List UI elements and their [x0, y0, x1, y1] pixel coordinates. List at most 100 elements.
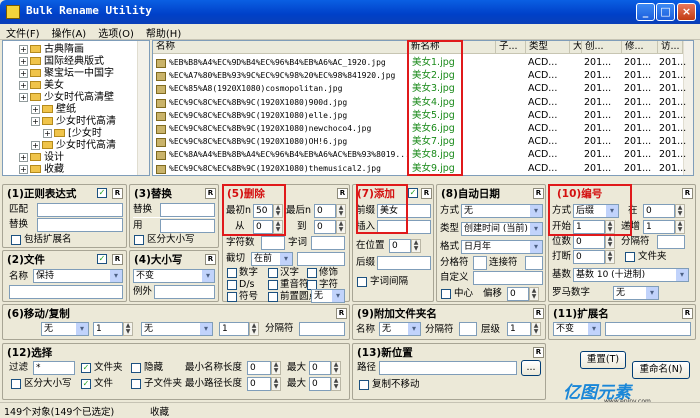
tree-expand-icon[interactable]: + [19, 45, 28, 54]
numbering-reset-button[interactable]: R [682, 188, 693, 199]
numbering-base-select[interactable]: 基数 10 (十进制) [573, 268, 689, 282]
selection-max1-input[interactable]: 0 [309, 361, 331, 375]
extension-select[interactable]: 不变 [553, 322, 601, 336]
remove-high-checkbox[interactable] [268, 268, 278, 278]
numbering-incr-spinner[interactable]: ▲ ▼ [675, 220, 685, 234]
new-location-browse-button[interactable]: ... [521, 360, 541, 376]
remove-lead-checkbox[interactable] [268, 292, 278, 302]
tree-expand-icon[interactable]: + [31, 141, 40, 150]
move-pos-spinner[interactable]: ▲ ▼ [249, 322, 259, 336]
col-header-size[interactable]: 大 [570, 41, 582, 54]
remove-to-spinner[interactable]: ▲ ▼ [336, 220, 346, 234]
menu-options[interactable]: 选项(O) [92, 24, 140, 41]
tree-node[interactable]: + 收藏 [19, 163, 64, 175]
file-reset-button[interactable]: R [112, 254, 123, 265]
append-folder-name-select[interactable]: 无 [379, 322, 421, 336]
remove-digits-checkbox[interactable] [227, 268, 237, 278]
append-folder-level-input[interactable]: 1 [507, 322, 531, 336]
selection-subfolders-checkbox[interactable] [131, 379, 141, 389]
rename-button[interactable]: 重命名(N) [632, 361, 690, 379]
tree-expand-icon[interactable]: + [19, 69, 28, 78]
numbering-at-spinner[interactable]: ▲ ▼ [675, 204, 685, 218]
move-reset-button[interactable]: R [336, 308, 347, 319]
add-suffix-input[interactable] [377, 256, 431, 270]
remove-crop-select[interactable]: 在前 [251, 252, 293, 266]
tree-expand-icon[interactable]: + [31, 117, 40, 126]
replace-reset-button[interactable]: R [205, 188, 216, 199]
col-header-accessed[interactable]: 访... [658, 41, 683, 54]
selection-minpath-input[interactable]: 0 [247, 377, 271, 391]
add-enable-checkbox[interactable]: ✓ [408, 188, 418, 198]
remove-chars-input[interactable] [261, 236, 285, 250]
selection-hidden-checkbox[interactable] [131, 363, 141, 373]
numbering-sep-input[interactable] [657, 235, 685, 249]
tree-expand-icon[interactable]: + [19, 81, 28, 90]
numbering-incr-input[interactable]: 1 [643, 220, 675, 234]
minimize-button[interactable]: _ [636, 3, 655, 21]
col-header-name[interactable]: 名称 [153, 41, 408, 54]
file-name-select[interactable]: 保持 [33, 269, 123, 283]
add-at-spinner[interactable]: ▲ ▼ [411, 239, 421, 253]
autodate-offset-spinner[interactable]: ▲ ▼ [529, 287, 539, 301]
move-count-input[interactable]: 1 [93, 322, 123, 336]
remove-sym-checkbox[interactable] [227, 292, 237, 302]
remove-last-n-input[interactable]: 0 [314, 204, 336, 218]
autodate-sep-input[interactable] [473, 256, 487, 270]
remove-to-input[interactable]: 0 [314, 220, 336, 234]
selection-max2-input[interactable]: 0 [309, 377, 331, 391]
tree-expand-icon[interactable]: + [19, 165, 28, 174]
replace-case-checkbox[interactable] [134, 235, 144, 245]
file-name-input[interactable] [9, 285, 123, 299]
menu-action[interactable]: 操作(A) [46, 24, 93, 41]
selection-minname-spinner[interactable]: ▲ ▼ [271, 361, 281, 375]
selection-max1-spinner[interactable]: ▲ ▼ [331, 361, 341, 375]
close-button[interactable]: × [677, 3, 696, 21]
numbering-break-spinner[interactable]: ▲ ▼ [605, 250, 615, 264]
numbering-pad-input[interactable]: 0 [573, 235, 605, 249]
remove-accents-checkbox[interactable] [268, 280, 278, 290]
autodate-type-select[interactable]: 创建时间 (当前) [461, 222, 543, 236]
add-reset-button[interactable]: R [421, 188, 432, 199]
append-folder-level-spinner[interactable]: ▲ ▼ [531, 322, 541, 336]
tree-expand-icon[interactable]: + [43, 129, 52, 138]
col-header-created[interactable]: 创... [582, 41, 622, 54]
selection-max2-spinner[interactable]: ▲ ▼ [331, 377, 341, 391]
regex-include-ext-checkbox[interactable] [11, 235, 21, 245]
selection-filter-input[interactable]: * [33, 361, 75, 375]
case-except-input[interactable] [154, 285, 215, 299]
numbering-pad-spinner[interactable]: ▲ ▼ [605, 235, 615, 249]
remove-trim-checkbox[interactable] [307, 268, 317, 278]
case-select[interactable]: 不变 [133, 269, 215, 283]
tree-expand-icon[interactable]: + [19, 93, 28, 102]
reset-button[interactable]: 重置(T) [580, 351, 626, 369]
numbering-at-input[interactable]: 0 [643, 204, 675, 218]
autodate-reset-button[interactable]: R [533, 188, 544, 199]
new-location-copy-checkbox[interactable] [359, 380, 369, 390]
move-pos-input[interactable]: 1 [219, 322, 249, 336]
selection-files-checkbox[interactable]: ✓ [81, 379, 91, 389]
autodate-custom-input[interactable] [473, 271, 543, 285]
case-reset-button[interactable]: R [205, 254, 216, 265]
move-to-select[interactable]: 无 [141, 322, 213, 336]
autodate-offset-input[interactable]: 0 [507, 287, 529, 301]
append-folder-sep-input[interactable] [459, 322, 477, 336]
tree-expand-icon[interactable]: + [19, 57, 28, 66]
regex-match-input[interactable] [37, 203, 123, 217]
col-header-sub[interactable]: 子... [496, 41, 526, 54]
new-location-path-input[interactable] [379, 361, 517, 375]
maximize-button[interactable]: □ [656, 3, 675, 21]
col-header-type[interactable]: 类型 [526, 41, 570, 54]
numbering-roman-select[interactable]: 无 [613, 286, 659, 300]
remove-none-select[interactable]: 无 [311, 289, 345, 303]
autodate-mode-select[interactable]: 无 [461, 204, 543, 218]
extension-reset-button[interactable]: R [682, 308, 693, 319]
autodate-seg-input[interactable] [525, 256, 543, 270]
remove-reset-button[interactable]: R [337, 188, 348, 199]
replace-input[interactable] [160, 203, 215, 217]
move-count-spinner[interactable]: ▲ ▼ [123, 322, 133, 336]
regex-replace-input[interactable] [37, 218, 123, 232]
regex-reset-button[interactable]: R [112, 188, 123, 199]
remove-crop-input[interactable] [297, 252, 345, 266]
remove-words-input[interactable] [311, 236, 345, 250]
move-from-select[interactable]: 无 [41, 322, 89, 336]
